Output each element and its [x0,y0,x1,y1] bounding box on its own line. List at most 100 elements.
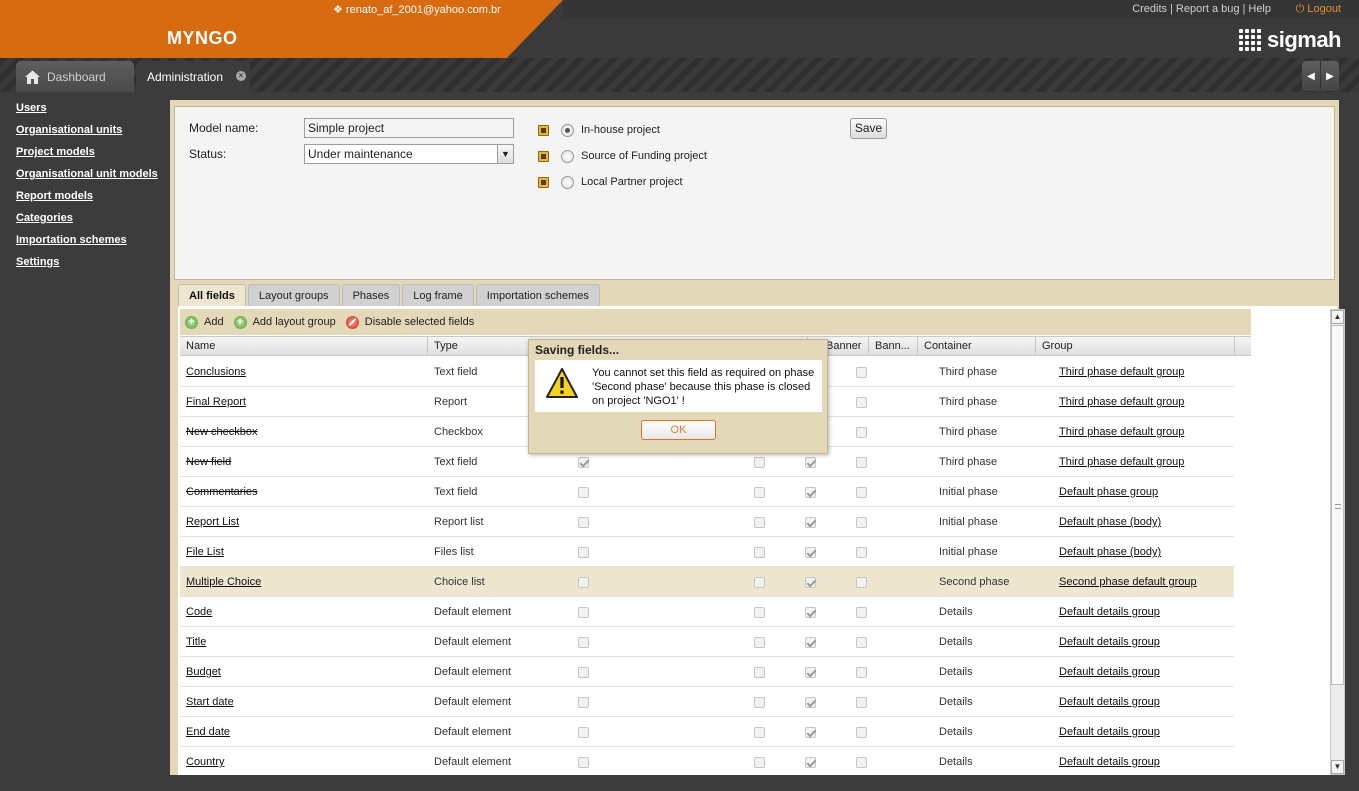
tab-scroll-right-button[interactable]: ▶ [1321,61,1339,91]
sidebar-item-organisational-units[interactable]: Organisational units [16,122,166,144]
field-group-link[interactable]: Third phase default group [1059,366,1184,378]
row-checkbox[interactable] [805,517,816,528]
field-name-link[interactable]: Final Report [186,396,246,408]
tab-dashboard[interactable]: Dashboard [16,61,134,92]
scroll-thumb[interactable] [1331,325,1344,685]
row-checkbox[interactable] [754,607,765,618]
row-checkbox[interactable] [578,607,589,618]
row-checkbox[interactable] [578,727,589,738]
tab-all-fields[interactable]: All fields [178,284,246,306]
row-checkbox[interactable] [805,727,816,738]
field-group-link[interactable]: Third phase default group [1059,396,1184,408]
row-checkbox[interactable] [754,487,765,498]
field-name-link[interactable]: Country [186,756,225,768]
field-group-link[interactable]: Default phase (body) [1059,516,1161,528]
tab-phases[interactable]: Phases [341,284,401,306]
row-checkbox[interactable] [805,697,816,708]
row-checkbox[interactable] [805,547,816,558]
row-checkbox[interactable] [856,757,867,768]
field-group-link[interactable]: Default details group [1059,756,1160,768]
grid-scrollbar[interactable]: ▲ ▼ [1330,309,1345,775]
row-checkbox[interactable] [805,577,816,588]
table-row[interactable]: Commentaries Text field Initial phase Defau… [180,477,1234,507]
field-group-link[interactable]: Default details group [1059,606,1160,618]
field-name-link[interactable]: New field [186,456,231,468]
status-select[interactable]: Under maintenance ▼ [304,144,514,164]
field-name-link[interactable]: Commentaries [186,486,258,498]
row-checkbox[interactable] [754,757,765,768]
sidebar-item-report-models[interactable]: Report models [16,188,166,210]
table-row[interactable]: Country Default element Details Default det… [180,747,1234,775]
row-checkbox[interactable] [856,577,867,588]
table-row[interactable]: File List Files list Initial phase Default … [180,537,1234,567]
row-checkbox[interactable] [856,637,867,648]
help-link[interactable]: Help [1248,3,1271,15]
row-checkbox[interactable] [578,667,589,678]
save-button[interactable]: Save [850,118,887,139]
row-checkbox[interactable] [805,487,816,498]
inhouse-radio[interactable] [561,123,574,137]
table-row[interactable]: Budget Default element Details Default deta… [180,657,1234,687]
row-checkbox[interactable] [578,577,589,588]
row-checkbox[interactable] [805,457,816,468]
column-header-name[interactable]: Name [180,337,428,356]
project-type-inhouse[interactable]: In-house project [538,122,660,138]
disable-selected-button[interactable]: Disable selected fields [345,315,474,329]
field-name-link[interactable]: Report List [186,516,239,528]
field-group-link[interactable]: Default details group [1059,666,1160,678]
field-group-link[interactable]: Default details group [1059,726,1160,738]
table-row[interactable]: Report List Report list Initial phase Defau… [180,507,1234,537]
field-group-link[interactable]: Third phase default group [1059,456,1184,468]
row-checkbox[interactable] [856,427,867,438]
partner-radio[interactable] [561,175,574,189]
table-row[interactable]: Title Default element Details Default detai… [180,627,1234,657]
field-group-link[interactable]: Default phase group [1059,486,1158,498]
row-checkbox[interactable] [754,667,765,678]
field-group-link[interactable]: Second phase default group [1059,576,1197,588]
row-checkbox[interactable] [578,637,589,648]
row-checkbox[interactable] [754,697,765,708]
field-name-link[interactable]: New checkbox [186,426,258,438]
report-bug-link[interactable]: Report a bug [1176,3,1240,15]
sidebar-item-importation-schemes[interactable]: Importation schemes [16,232,166,254]
row-checkbox[interactable] [754,547,765,558]
scroll-down-icon[interactable]: ▼ [1331,760,1344,774]
column-header-group[interactable]: Group [1036,337,1235,356]
row-checkbox[interactable] [754,727,765,738]
row-checkbox[interactable] [578,457,589,468]
field-name-link[interactable]: File List [186,546,224,558]
field-group-link[interactable]: Third phase default group [1059,426,1184,438]
row-checkbox[interactable] [754,577,765,588]
row-checkbox[interactable] [578,757,589,768]
field-group-link[interactable]: Default details group [1059,696,1160,708]
tab-log-frame[interactable]: Log frame [402,284,474,306]
column-header-banner-2[interactable]: Bann... [869,337,918,356]
tab-scroll-left-button[interactable]: ◀ [1302,61,1320,91]
row-checkbox[interactable] [805,757,816,768]
scroll-up-icon[interactable]: ▲ [1331,310,1344,324]
row-checkbox[interactable] [856,727,867,738]
row-checkbox[interactable] [754,637,765,648]
model-name-input[interactable]: Simple project [304,118,514,138]
field-name-link[interactable]: Start date [186,696,234,708]
table-row[interactable]: End date Default element Details Default de… [180,717,1234,747]
sidebar-item-project-models[interactable]: Project models [16,144,166,166]
sidebar-item-settings[interactable]: Settings [16,254,166,276]
field-name-link[interactable]: Multiple Choice [186,576,261,588]
funding-radio[interactable] [561,149,574,163]
row-checkbox[interactable] [578,487,589,498]
row-checkbox[interactable] [856,547,867,558]
row-checkbox[interactable] [805,667,816,678]
row-checkbox[interactable] [856,667,867,678]
field-name-link[interactable]: End date [186,726,230,738]
row-checkbox[interactable] [856,367,867,378]
table-row[interactable]: Start date Default element Details Default … [180,687,1234,717]
field-group-link[interactable]: Default details group [1059,636,1160,648]
row-checkbox[interactable] [578,697,589,708]
table-row[interactable]: Code Default element Details Default detail… [180,597,1234,627]
row-checkbox[interactable] [856,517,867,528]
project-type-partner[interactable]: Local Partner project [538,174,683,190]
table-row[interactable]: Multiple Choice Choice list Second phase Se… [180,567,1234,597]
field-name-link[interactable]: Conclusions [186,366,246,378]
row-checkbox[interactable] [754,517,765,528]
